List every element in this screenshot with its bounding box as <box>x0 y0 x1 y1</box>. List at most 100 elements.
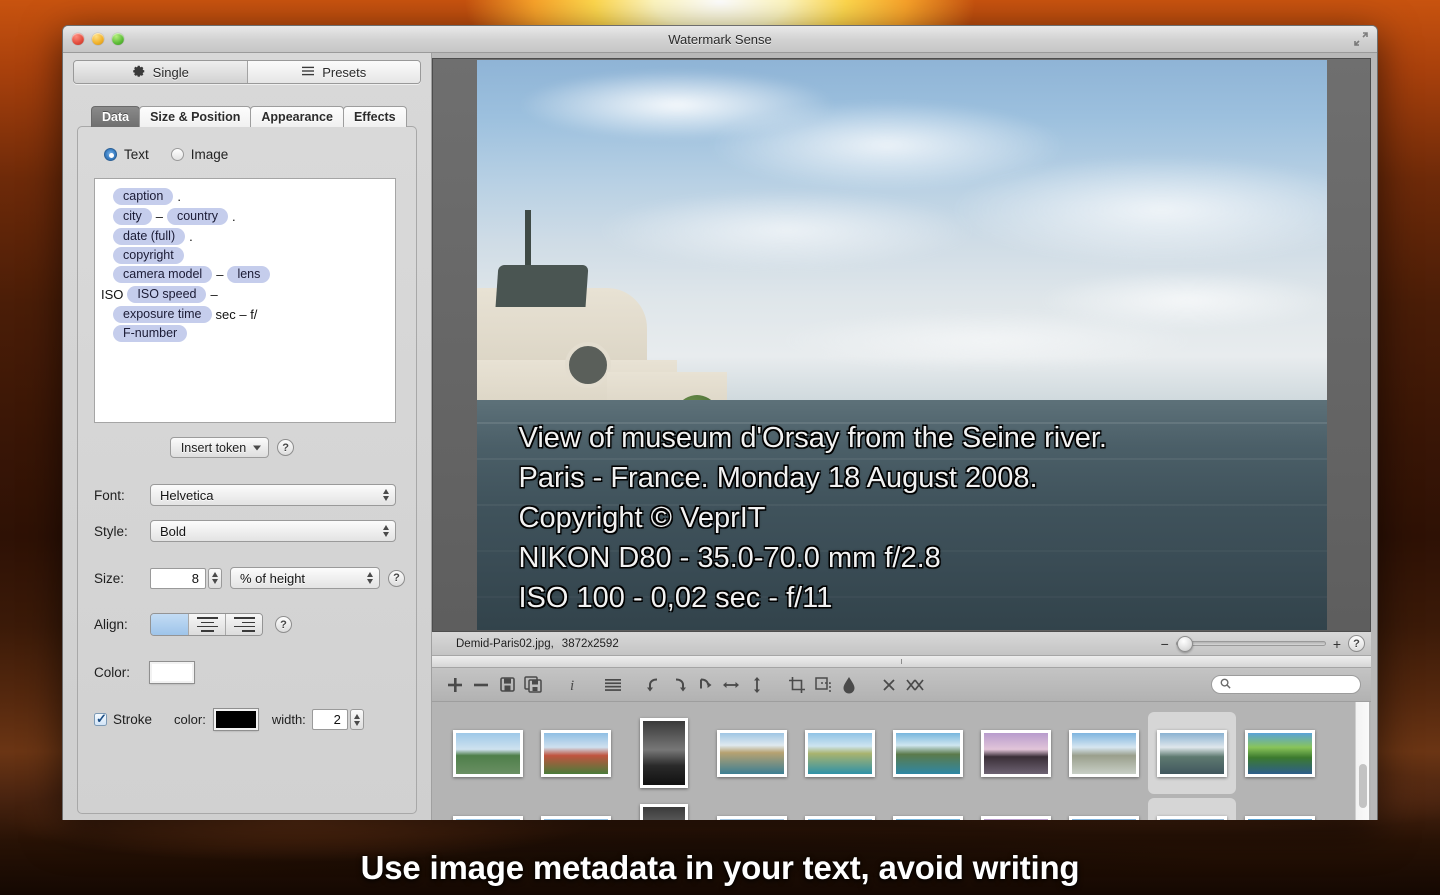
font-select[interactable]: Helvetica <box>150 484 396 506</box>
search-input[interactable] <box>1236 678 1378 692</box>
windmill-thumb[interactable] <box>444 712 532 794</box>
save-icon[interactable] <box>494 672 520 698</box>
zoom-slider-group[interactable]: − + ? <box>1161 635 1365 652</box>
zoom-in-icon[interactable]: + <box>1333 636 1341 652</box>
mode-segmented-control[interactable]: Single Presets <box>73 60 421 84</box>
zoom-button[interactable] <box>112 33 124 45</box>
dusk-sea-thumb-row2[interactable] <box>972 798 1060 820</box>
metadata-token[interactable]: copyright <box>113 247 184 264</box>
tulip-garden-thumb-row2[interactable] <box>532 798 620 820</box>
info-icon[interactable]: i <box>560 672 586 698</box>
green-river-thumb-row2[interactable] <box>1236 798 1324 820</box>
align-segmented-control[interactable] <box>150 613 263 636</box>
thumbnail-scrollbar-knob[interactable] <box>1359 764 1367 808</box>
watermark-text-editor[interactable]: caption.city–country.date (full).copyrig… <box>94 178 396 423</box>
insert-token-button[interactable]: Insert token <box>170 437 269 458</box>
rotate-down-icon[interactable] <box>666 672 692 698</box>
thumbnail-strip[interactable] <box>432 702 1371 820</box>
metadata-token[interactable]: ISO speed <box>127 286 206 303</box>
image-toolbar[interactable]: i <box>432 668 1371 702</box>
align-right-button[interactable] <box>225 614 262 635</box>
align-left-button[interactable] <box>151 614 188 635</box>
close-button[interactable] <box>72 33 84 45</box>
settings-tab-bar[interactable]: Data Size & Position Appearance Effects <box>91 106 431 127</box>
coast-thumb[interactable] <box>884 712 972 794</box>
stroke-checkbox[interactable] <box>94 713 107 726</box>
metadata-token[interactable]: country <box>167 208 228 225</box>
list-icon[interactable] <box>600 672 626 698</box>
radio-image[interactable]: Image <box>171 147 229 162</box>
radio-image-dot[interactable] <box>171 148 184 161</box>
metadata-token[interactable]: date (full) <box>113 228 185 245</box>
zoom-slider-knob[interactable] <box>1177 636 1193 652</box>
chateau-thumb-row2[interactable] <box>1060 798 1148 820</box>
tab-appearance[interactable]: Appearance <box>250 106 344 127</box>
size-help-button[interactable]: ? <box>388 570 405 587</box>
orsay-seine-thumb-row2[interactable] <box>1148 798 1236 820</box>
align-center-button[interactable] <box>188 614 225 635</box>
segment-single[interactable]: Single <box>74 61 247 83</box>
tab-size-position[interactable]: Size & Position <box>139 106 251 127</box>
radio-text-dot[interactable] <box>104 148 117 161</box>
minimize-button[interactable] <box>92 33 104 45</box>
coast-thumb-row2[interactable] <box>884 798 972 820</box>
stroke-width-input[interactable]: 2 <box>312 709 348 730</box>
resize-icon[interactable] <box>810 672 836 698</box>
metadata-token[interactable]: lens <box>227 266 270 283</box>
insert-token-help-button[interactable]: ? <box>277 439 294 456</box>
stroke-width-stepper[interactable] <box>350 709 364 730</box>
bw-paris-thumb[interactable] <box>620 712 708 794</box>
metadata-token[interactable]: exposure time <box>113 306 212 323</box>
dusk-sea-thumb[interactable] <box>972 712 1060 794</box>
size-input[interactable]: 8 <box>150 568 206 589</box>
rotate-right-icon[interactable] <box>692 672 718 698</box>
stroke-color-well[interactable] <box>214 709 258 730</box>
green-river-thumb[interactable] <box>1236 712 1324 794</box>
image-preview-area[interactable]: View of museum d'Orsay from the Seine ri… <box>432 58 1371 632</box>
metadata-token[interactable]: F-number <box>113 325 187 342</box>
etretat-cliff-thumb[interactable] <box>708 712 796 794</box>
radio-text[interactable]: Text <box>104 147 149 162</box>
tab-appearance-label: Appearance <box>261 110 333 124</box>
bw-paris-thumb-row2[interactable] <box>620 798 708 820</box>
crop-icon[interactable] <box>784 672 810 698</box>
style-select[interactable]: Bold <box>150 520 396 542</box>
size-unit-select[interactable]: % of height <box>230 567 380 589</box>
orsay-seine-thumb[interactable] <box>1148 712 1236 794</box>
fullscreen-icon[interactable] <box>1353 31 1369 47</box>
segment-presets[interactable]: Presets <box>247 61 421 83</box>
segment-presets-label: Presets <box>322 65 366 80</box>
metadata-token[interactable]: caption <box>113 188 173 205</box>
source-type-radio-group[interactable]: Text Image <box>104 147 406 162</box>
windmill-thumb-row2[interactable] <box>444 798 532 820</box>
thumbnail-image <box>893 730 963 777</box>
etretat-cliff-thumb-row2[interactable] <box>708 798 796 820</box>
preview-help-button[interactable]: ? <box>1348 635 1365 652</box>
close-all-icon[interactable] <box>902 672 928 698</box>
rotate-left-icon[interactable] <box>640 672 666 698</box>
tab-effects[interactable]: Effects <box>343 106 407 127</box>
flip-horizontal-icon[interactable] <box>718 672 744 698</box>
chevron-down-icon <box>253 445 261 450</box>
metadata-token[interactable]: camera model <box>113 266 212 283</box>
add-icon[interactable] <box>442 672 468 698</box>
remove-icon[interactable] <box>468 672 494 698</box>
metadata-token[interactable]: city <box>113 208 152 225</box>
flip-vertical-icon[interactable] <box>744 672 770 698</box>
tab-data[interactable]: Data <box>91 106 140 127</box>
search-field[interactable] <box>1211 675 1361 694</box>
panel-splitter[interactable] <box>432 656 1371 668</box>
zoom-out-icon[interactable]: − <box>1161 636 1169 652</box>
close-icon[interactable] <box>876 672 902 698</box>
size-stepper[interactable] <box>208 568 222 589</box>
white-cliffs-thumb[interactable] <box>796 712 884 794</box>
chateau-thumb[interactable] <box>1060 712 1148 794</box>
zoom-slider-track[interactable] <box>1176 641 1326 646</box>
white-cliffs-thumb-row2[interactable] <box>796 798 884 820</box>
tulip-garden-thumb[interactable] <box>532 712 620 794</box>
watermark-icon[interactable] <box>836 672 862 698</box>
text-color-well[interactable] <box>150 662 194 683</box>
thumbnail-scrollbar[interactable] <box>1355 702 1369 820</box>
save-all-icon[interactable] <box>520 672 546 698</box>
align-help-button[interactable]: ? <box>275 616 292 633</box>
